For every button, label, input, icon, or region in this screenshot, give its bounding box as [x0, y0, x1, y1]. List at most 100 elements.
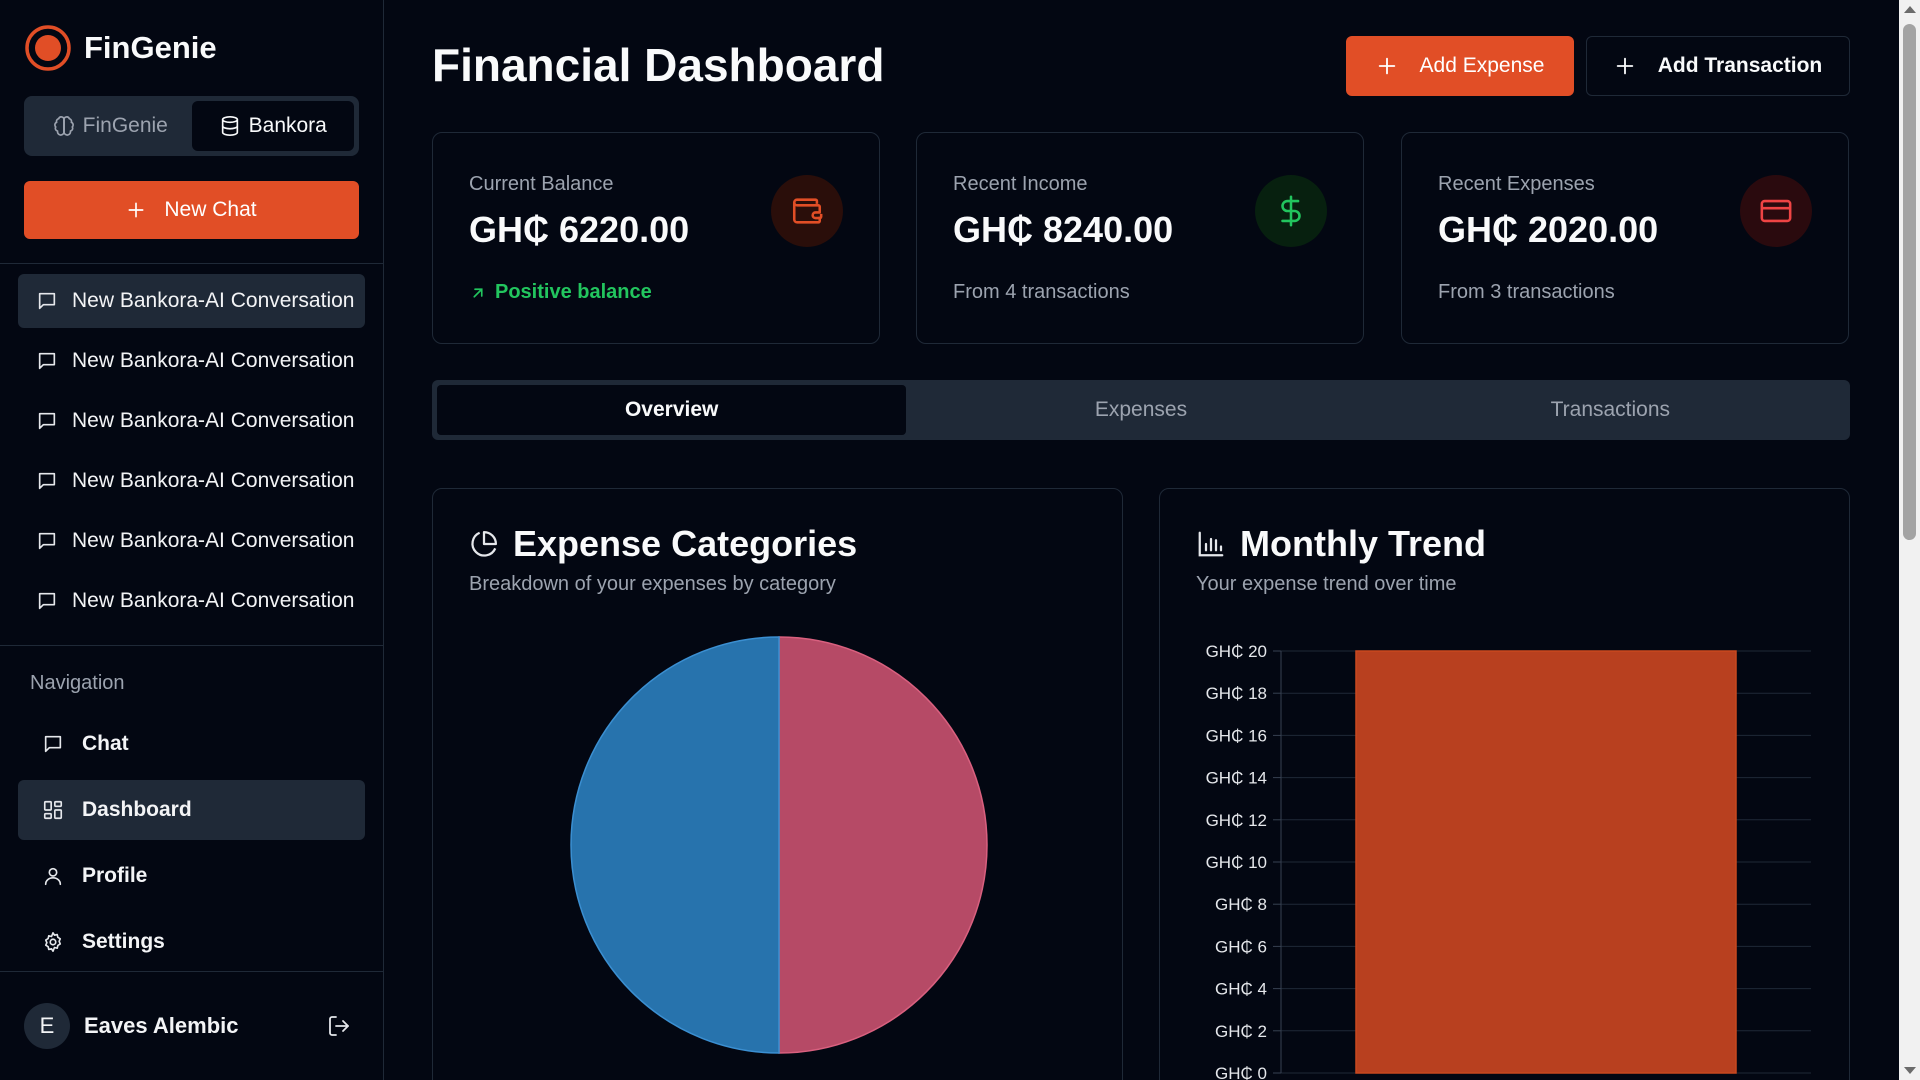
message-icon [38, 292, 56, 310]
database-icon [221, 116, 238, 136]
conversation-title: New Bankora-AI Conversation [72, 349, 355, 372]
pie-slice[interactable] [778, 636, 988, 1054]
expense-categories-panel: Expense Categories Breakdown of your exp… [432, 488, 1123, 1080]
logout-button[interactable] [324, 1011, 354, 1041]
sidebar-divider [0, 263, 384, 264]
wallet-icon [792, 198, 823, 224]
nav-item-chat[interactable]: Chat [18, 714, 365, 774]
switch-fingenie[interactable]: FinGenie [29, 101, 192, 151]
conversation-item[interactable]: New Bankora-AI Conversation [18, 334, 365, 388]
message-icon [38, 472, 56, 490]
logo-icon [25, 25, 71, 71]
y-tick-label: GH₵ 10 [1206, 853, 1267, 872]
nav-item-settings[interactable]: Settings [18, 912, 365, 972]
y-tick-label: GH₵ 12 [1206, 811, 1267, 830]
plus-icon [1378, 57, 1395, 75]
sidebar-divider [0, 971, 384, 972]
assistant-switcher: FinGenie Bankora [24, 96, 359, 156]
app-name: FinGenie [84, 30, 217, 65]
nav-item-dashboard[interactable]: Dashboard [18, 780, 365, 840]
monthly-trend-bar-chart: GH₵ 0 GH₵ 2 GH₵ 4 GH₵ 6 GH₵ 8 GH₵ 10 GH₵ 12 GH₵… [1206, 642, 1811, 1080]
card-icon-badge [1255, 175, 1327, 247]
card-current-balance: Current Balance GH₵ 6220.00 Positive bal… [432, 132, 880, 344]
conversation-title: New Bankora-AI Conversation [72, 289, 355, 312]
brand[interactable]: FinGenie [24, 24, 217, 72]
tab-overview[interactable]: Overview [437, 385, 907, 435]
conversation-title: New Bankora-AI Conversation [72, 529, 355, 552]
y-tick-label: GH₵ 16 [1206, 726, 1267, 745]
user-icon [44, 867, 62, 886]
nav-item-label: Profile [82, 864, 148, 887]
conversation-title: New Bankora-AI Conversation [72, 469, 355, 492]
tab-expenses[interactable]: Expenses [906, 385, 1375, 435]
expense-pie-chart [570, 636, 988, 1054]
scroll-up-arrow[interactable] [1904, 6, 1916, 13]
dashboard-tabs: Overview Expenses Transactions [432, 380, 1850, 440]
add-expense-label: Add Expense [1419, 54, 1545, 77]
scroll-thumb[interactable] [1903, 24, 1916, 540]
user-profile: E Eaves Alembic [24, 1000, 354, 1052]
add-transaction-button[interactable]: Add Transaction [1586, 36, 1850, 96]
conversation-item[interactable]: New Bankora-AI Conversation [18, 454, 365, 508]
card-note: From 4 transactions [953, 281, 1130, 303]
gear-icon [44, 932, 62, 952]
avatar[interactable]: E [24, 1003, 70, 1049]
message-icon [38, 592, 56, 610]
chat-icon [44, 735, 62, 753]
plus-icon [128, 202, 144, 218]
logout-icon [329, 1016, 349, 1036]
bar[interactable] [1355, 650, 1737, 1074]
monthly-trend-panel: Monthly Trend Your expense trend over ti… [1159, 488, 1850, 1080]
conversation-item[interactable]: New Bankora-AI Conversation [18, 394, 365, 448]
new-chat-label: New Chat [164, 198, 257, 221]
card-note: Positive balance [469, 281, 652, 304]
message-icon [38, 412, 56, 430]
sidebar: FinGenie FinGenie Bankora New Chat New B… [0, 0, 384, 1080]
card-value: GH₵ 6220.00 [469, 209, 690, 250]
plus-icon [1616, 57, 1633, 75]
add-transaction-label: Add Transaction [1657, 54, 1823, 77]
card-label: Current Balance [469, 173, 614, 195]
card-recent-income: Recent Income GH₵ 8240.00 From 4 transac… [916, 132, 1364, 344]
nav-item-profile[interactable]: Profile [18, 846, 365, 906]
card-recent-expenses: Recent Expenses GH₵ 2020.00 From 3 trans… [1401, 132, 1849, 344]
conversation-title: New Bankora-AI Conversation [72, 409, 355, 432]
pie-slice[interactable] [570, 636, 780, 1054]
nav-item-label: Settings [82, 930, 165, 953]
arrow-up-right-icon [473, 287, 483, 298]
card-icon-badge [771, 175, 843, 247]
nav-heading: Navigation [30, 672, 125, 694]
conversation-item[interactable]: New Bankora-AI Conversation [18, 514, 365, 568]
nav-item-label: Dashboard [82, 798, 192, 821]
switch-bankora-label: Bankora [248, 114, 327, 137]
conversation-item[interactable]: New Bankora-AI Conversation [18, 274, 365, 328]
y-tick-label: GH₵ 20 [1206, 642, 1267, 661]
brain-icon [53, 116, 74, 136]
tab-transactions[interactable]: Transactions [1376, 385, 1845, 435]
switch-bankora[interactable]: Bankora [191, 101, 354, 151]
page-title: Financial Dashboard [432, 39, 885, 91]
card-label: Recent Expenses [1438, 173, 1595, 195]
message-icon [38, 352, 56, 370]
y-tick-label: GH₵ 0 [1215, 1064, 1267, 1080]
credit-card-icon [1760, 199, 1792, 223]
conversation-title: New Bankora-AI Conversation [72, 589, 355, 612]
scroll-down-arrow[interactable] [1904, 1067, 1916, 1074]
switch-fingenie-label: FinGenie [82, 114, 168, 137]
nav-list: Chat Dashboard Profile Settings [18, 714, 365, 978]
y-tick-label: GH₵ 8 [1215, 895, 1267, 914]
conversation-item[interactable]: New Bankora-AI Conversation [18, 574, 365, 628]
user-name: Eaves Alembic [84, 1013, 239, 1038]
new-chat-button[interactable]: New Chat [24, 181, 359, 239]
y-tick-label: GH₵ 14 [1206, 769, 1267, 788]
y-tick-label: GH₵ 4 [1215, 980, 1267, 999]
card-value: GH₵ 2020.00 [1438, 209, 1659, 250]
main-content: Financial Dashboard Add Expense Add Tran… [385, 0, 1899, 1080]
page-scrollbar[interactable] [1899, 0, 1920, 1080]
message-icon [38, 532, 56, 550]
card-icon-badge [1740, 175, 1812, 247]
nav-item-label: Chat [82, 732, 129, 755]
sidebar-divider [0, 645, 384, 646]
dashboard-icon [43, 800, 63, 820]
add-expense-button[interactable]: Add Expense [1346, 36, 1574, 96]
